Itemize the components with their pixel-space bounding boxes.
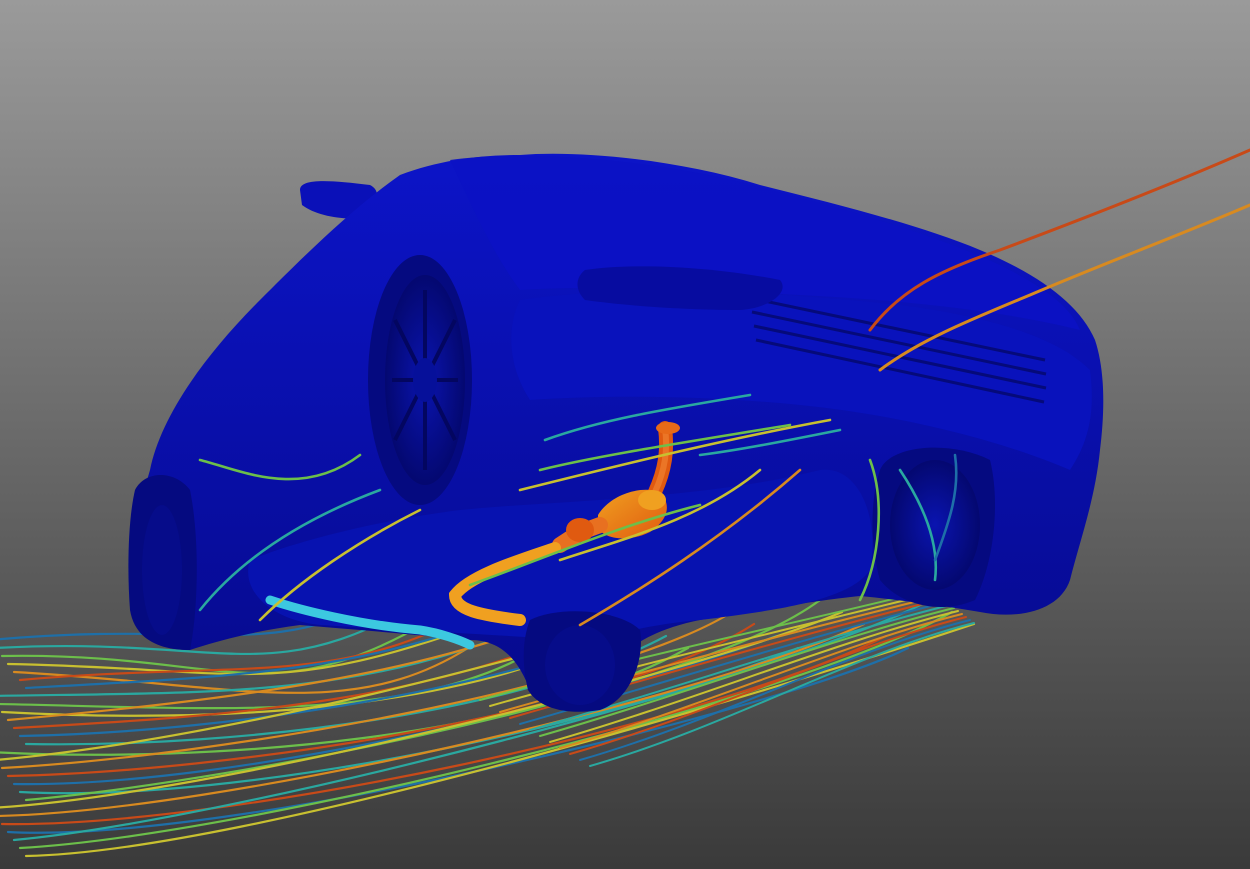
front-left-wheel [368, 255, 472, 505]
rear-left-wheel [128, 475, 197, 650]
exhaust-flange [656, 422, 680, 434]
muffler-inlet [638, 490, 666, 510]
resonator [566, 518, 594, 542]
cfd-visualization-viewport[interactable] [0, 0, 1250, 869]
front-right-wheel [872, 447, 995, 608]
car-streamline-render [0, 0, 1250, 869]
